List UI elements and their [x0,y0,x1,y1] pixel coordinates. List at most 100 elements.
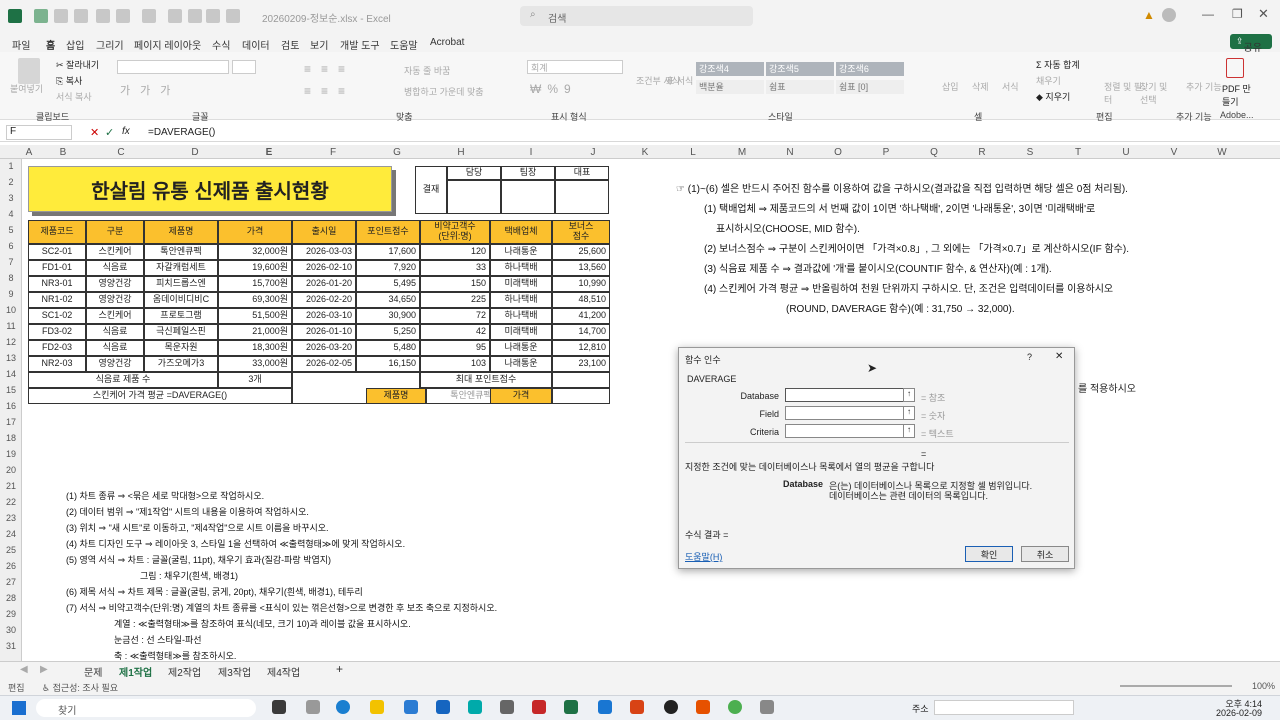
column-header[interactable]: A [22,147,36,158]
column-header[interactable]: C [114,147,128,158]
number-format-select[interactable]: 회계 [527,60,623,74]
close-icon[interactable]: ✕ [1258,6,1269,22]
table-cell[interactable]: 32,000원 [218,244,292,260]
zoom-slider[interactable] [1120,685,1232,687]
table-cell[interactable]: 30,900 [356,308,420,324]
table-header[interactable]: 보너스 점수 [552,220,610,244]
table-cell[interactable]: 식음료 [86,324,144,340]
table-cell[interactable]: 나래통운 [490,340,552,356]
row-header[interactable]: 4 [0,209,22,219]
style-accent4[interactable]: 강조색4 [696,62,764,76]
mail-icon[interactable] [436,700,450,714]
table-cell[interactable]: 7,920 [356,260,420,276]
minimize-icon[interactable]: — [1202,7,1214,21]
summary-value[interactable]: 3개 [218,372,292,388]
column-header[interactable]: T [1071,147,1085,158]
table-cell[interactable]: 2026-02-05 [292,356,356,372]
row-header[interactable]: 9 [0,289,22,299]
windows-start-icon[interactable] [12,701,26,715]
table-cell[interactable]: 나래통운 [490,356,552,372]
wrap-text-button[interactable]: 자동 줄 바꿈 [404,64,450,77]
row-header[interactable]: 15 [0,385,22,395]
approval-label[interactable]: 결재 [415,166,447,214]
table-header[interactable]: 포인트점수 [356,220,420,244]
font-style-buttons[interactable]: 가가가 [120,82,180,98]
column-header[interactable]: N [783,147,797,158]
account-avatar[interactable] [1162,8,1176,22]
table-cell[interactable]: 69,300원 [218,292,292,308]
column-header[interactable]: S [1023,147,1037,158]
approval-sign[interactable] [501,180,555,214]
active-formula-cell[interactable]: 스킨케어 가격 평균 =DAVERAGE() [28,388,292,404]
table-header[interactable]: 택배업체 [490,220,552,244]
form-icon[interactable] [96,9,110,23]
row-header[interactable]: 7 [0,257,22,267]
row-header[interactable]: 1 [0,161,22,171]
table-cell[interactable]: 48,510 [552,292,610,308]
explorer-icon[interactable] [370,700,384,714]
chrome-icon[interactable] [728,700,742,714]
powerpoint-icon[interactable] [630,700,644,714]
database-ref-icon[interactable]: ↑ [903,388,915,402]
column-header[interactable]: U [1119,147,1133,158]
name-box[interactable]: F [6,125,72,140]
tab-developer[interactable]: 개발 도구 [340,37,380,52]
merge-center-button[interactable]: 병합하고 가운데 맞춤 [404,85,484,98]
row-header[interactable]: 11 [0,321,22,331]
autosave-icon[interactable] [34,9,48,23]
table-cell[interactable]: FD1-01 [28,260,86,276]
cut-button[interactable]: ✂ 잘라내기 [56,58,99,71]
column-header[interactable]: Q [927,147,941,158]
table-cell[interactable]: 미래택배 [490,324,552,340]
table-cell[interactable]: 14,700 [552,324,610,340]
row-header[interactable]: 31 [0,641,22,651]
field-ref-icon[interactable]: ↑ [903,406,915,420]
restore-icon[interactable]: ❐ [1232,7,1243,21]
table-header[interactable]: 비약고객수 (단위:명) [420,220,490,244]
row-header[interactable]: 17 [0,417,22,427]
column-header[interactable]: K [638,147,652,158]
widgets-icon[interactable] [306,700,320,714]
table-cell[interactable]: 식음료 [86,340,144,356]
format-painter-button[interactable]: 서식 복사 [56,90,92,103]
table-cell[interactable]: 10,990 [552,276,610,292]
table-cell[interactable]: 가즈오메가3 [144,356,218,372]
dialog-help-button[interactable]: ? [1027,352,1032,362]
approval-sign[interactable] [447,180,501,214]
summary-value[interactable] [552,372,610,388]
row-header[interactable]: 20 [0,465,22,475]
table-cell[interactable]: 피치드롭스엔 [144,276,218,292]
table-cell[interactable]: 23,100 [552,356,610,372]
number-buttons[interactable]: ₩%9 [530,82,577,96]
column-header[interactable]: J [586,147,600,158]
lookup-label[interactable]: 제품명 [366,388,426,404]
style-comma[interactable]: 쉼표 [766,80,834,94]
next-sheet-icon[interactable]: ▶ [40,664,48,675]
table-cell[interactable]: 51,500원 [218,308,292,324]
row-header[interactable]: 21 [0,481,22,491]
table-cell[interactable]: 미래택배 [490,276,552,292]
row-header[interactable]: 26 [0,561,22,571]
delete-cells-button[interactable]: 삭제 [972,80,989,93]
table-cell[interactable]: 스킨케어 [86,244,144,260]
column-header[interactable]: R [975,147,989,158]
paste-icon[interactable] [18,58,40,84]
row-header[interactable]: 10 [0,305,22,315]
app-icon-5[interactable] [760,700,774,714]
formula-input[interactable]: =DAVERAGE() [148,127,215,138]
app-icon-4[interactable] [664,700,678,714]
table-cell[interactable]: 하나택배 [490,308,552,324]
table-cell[interactable]: 2026-02-20 [292,292,356,308]
table-cell[interactable]: 2026-01-10 [292,324,356,340]
table-header[interactable]: 제품코드 [28,220,86,244]
column-header[interactable]: B [56,147,70,158]
column-header[interactable]: H [454,147,468,158]
table-cell[interactable]: 25,600 [552,244,610,260]
lookup-result[interactable] [552,388,610,404]
add-sheet-icon[interactable]: + [336,662,343,676]
search-box[interactable]: 검색 [520,6,753,26]
table-cell[interactable]: 2026-03-20 [292,340,356,356]
table-cell[interactable]: 식음료 [86,260,144,276]
row-header[interactable]: 16 [0,401,22,411]
table-cell[interactable]: 2026-03-03 [292,244,356,260]
